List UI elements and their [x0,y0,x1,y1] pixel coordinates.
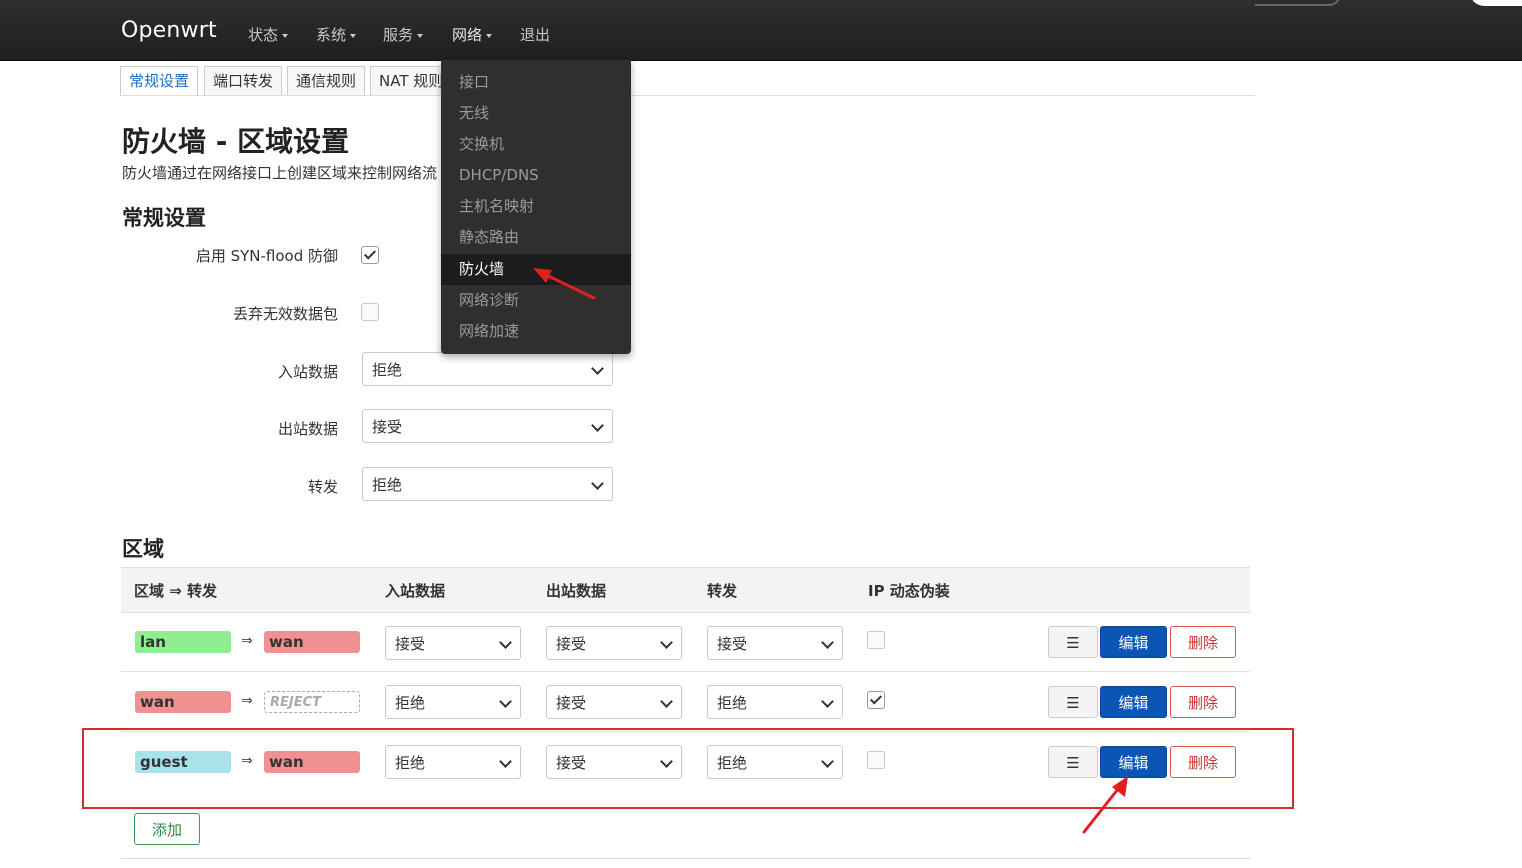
zone-badge: wan [135,691,231,713]
forward-arrow-icon: ⇒ [241,693,253,709]
menu-item-wireless[interactable]: 无线 [441,98,631,129]
input-policy-value: 拒绝 [372,361,403,379]
col-output: 出站数据 [546,582,607,600]
nav-status[interactable]: 状态 [248,24,289,45]
chevron-down-icon [591,477,604,490]
tab-general[interactable]: 常规设置 [120,66,199,95]
menu-item-interfaces[interactable]: 接口 [441,67,631,98]
zone-forward-select[interactable]: 拒绝 [707,685,843,719]
zone-input-value: 拒绝 [395,694,426,712]
chevron-down-icon [591,419,604,432]
chevron-down-icon [499,636,512,649]
chevron-down-icon [591,362,604,375]
chevron-down-icon [417,33,424,38]
nav-services-label: 服务 [383,26,414,44]
zone-forward-value: 拒绝 [717,694,748,712]
zones-heading: 区域 [122,537,164,561]
forward-policy-label: 转发 [307,478,338,496]
page-title: 防火墙 - 区域设置 [122,125,350,158]
general-settings-heading: 常规设置 [122,206,206,230]
menu-item-switch[interactable]: 交换机 [441,129,631,160]
zone-output-value: 接受 [556,694,587,712]
menu-item-acceleration[interactable]: 网络加速 [441,316,631,347]
input-policy-label: 入站数据 [277,363,338,381]
chevron-down-icon [486,33,493,38]
drop-invalid-checkbox[interactable] [361,303,379,321]
section-divider [121,858,1250,859]
delete-button[interactable]: 删除 [1170,626,1236,658]
chevron-down-icon [282,33,289,38]
browser-edge-decoration [1255,0,1341,6]
menu-item-static-routes[interactable]: 静态路由 [441,222,631,253]
nav-logout[interactable]: 退出 [520,24,550,45]
zone-forward-select[interactable]: 接受 [707,626,843,660]
forward-zone-badge: wan [264,631,360,653]
annotation-highlight-box [82,728,1294,809]
nav-status-label: 状态 [248,26,279,44]
nav-logout-label: 退出 [520,26,551,44]
drag-sort-button[interactable]: ☰ [1048,686,1098,718]
col-masquerade: IP 动态伪装 [868,582,950,600]
zone-badge: lan [135,631,231,653]
menu-item-firewall[interactable]: 防火墙 [441,254,631,285]
zone-input-value: 接受 [395,635,426,653]
menu-item-diagnostics[interactable]: 网络诊断 [441,285,631,316]
brand-logo[interactable]: Openwrt [121,18,217,43]
edit-button[interactable]: 编辑 [1100,626,1167,658]
chevron-down-icon [821,695,834,708]
masquerade-checkbox[interactable] [867,691,885,709]
tab-nat-rules[interactable]: NAT 规则 [370,66,453,95]
col-forward: 转发 [707,582,738,600]
zone-input-select[interactable]: 拒绝 [385,685,521,719]
chevron-down-icon [660,695,673,708]
menu-item-dhcp-dns[interactable]: DHCP/DNS [441,160,631,191]
drop-invalid-label: 丢弃无效数据包 [232,305,338,323]
forward-policy-select[interactable]: 拒绝 [362,467,613,501]
masquerade-checkbox[interactable] [867,631,885,649]
network-dropdown-menu: 接口 无线 交换机 DHCP/DNS 主机名映射 静态路由 防火墙 网络诊断 网… [441,60,631,354]
drag-sort-button[interactable]: ☰ [1048,626,1098,658]
forward-zone-badge: REJECT [264,691,360,713]
row-divider [121,671,1250,672]
zones-table-header: 区域 ⇒ 转发 入站数据 出站数据 转发 IP 动态伪装 [121,567,1250,613]
input-policy-select[interactable]: 拒绝 [362,352,613,386]
zone-input-select[interactable]: 接受 [385,626,521,660]
zone-output-value: 接受 [556,635,587,653]
syn-flood-checkbox[interactable] [361,246,379,264]
nav-system[interactable]: 系统 [316,24,357,45]
tab-divider [120,95,1255,96]
forward-policy-value: 拒绝 [372,476,403,494]
syn-flood-label: 启用 SYN-flood 防御 [195,247,338,265]
output-policy-value: 接受 [372,418,403,436]
page-description: 防火墙通过在网络接口上创建区域来控制网络流 [122,164,438,182]
chevron-down-icon [660,636,673,649]
col-zone-forward: 区域 ⇒ 转发 [134,582,218,600]
zone-forward-value: 接受 [717,635,748,653]
nav-network[interactable]: 网络 [452,24,493,45]
nav-network-label: 网络 [452,26,483,44]
chevron-down-icon [499,695,512,708]
tab-port-forward[interactable]: 端口转发 [204,66,283,95]
browser-edge-decoration [1470,0,1522,6]
col-input: 入站数据 [385,582,446,600]
top-navbar: Openwrt 状态 系统 服务 网络 退出 [0,0,1522,61]
nav-system-label: 系统 [316,26,347,44]
output-policy-select[interactable]: 接受 [362,409,613,443]
chevron-down-icon [350,33,357,38]
output-policy-label: 出站数据 [277,420,338,438]
zone-output-select[interactable]: 接受 [546,685,682,719]
edit-button[interactable]: 编辑 [1100,686,1167,718]
chevron-down-icon [821,636,834,649]
nav-services[interactable]: 服务 [383,24,424,45]
menu-item-hostnames[interactable]: 主机名映射 [441,191,631,222]
forward-arrow-icon: ⇒ [241,633,253,649]
zone-output-select[interactable]: 接受 [546,626,682,660]
delete-button[interactable]: 删除 [1170,686,1236,718]
tab-traffic-rules[interactable]: 通信规则 [287,66,366,95]
add-zone-button[interactable]: 添加 [134,813,200,845]
